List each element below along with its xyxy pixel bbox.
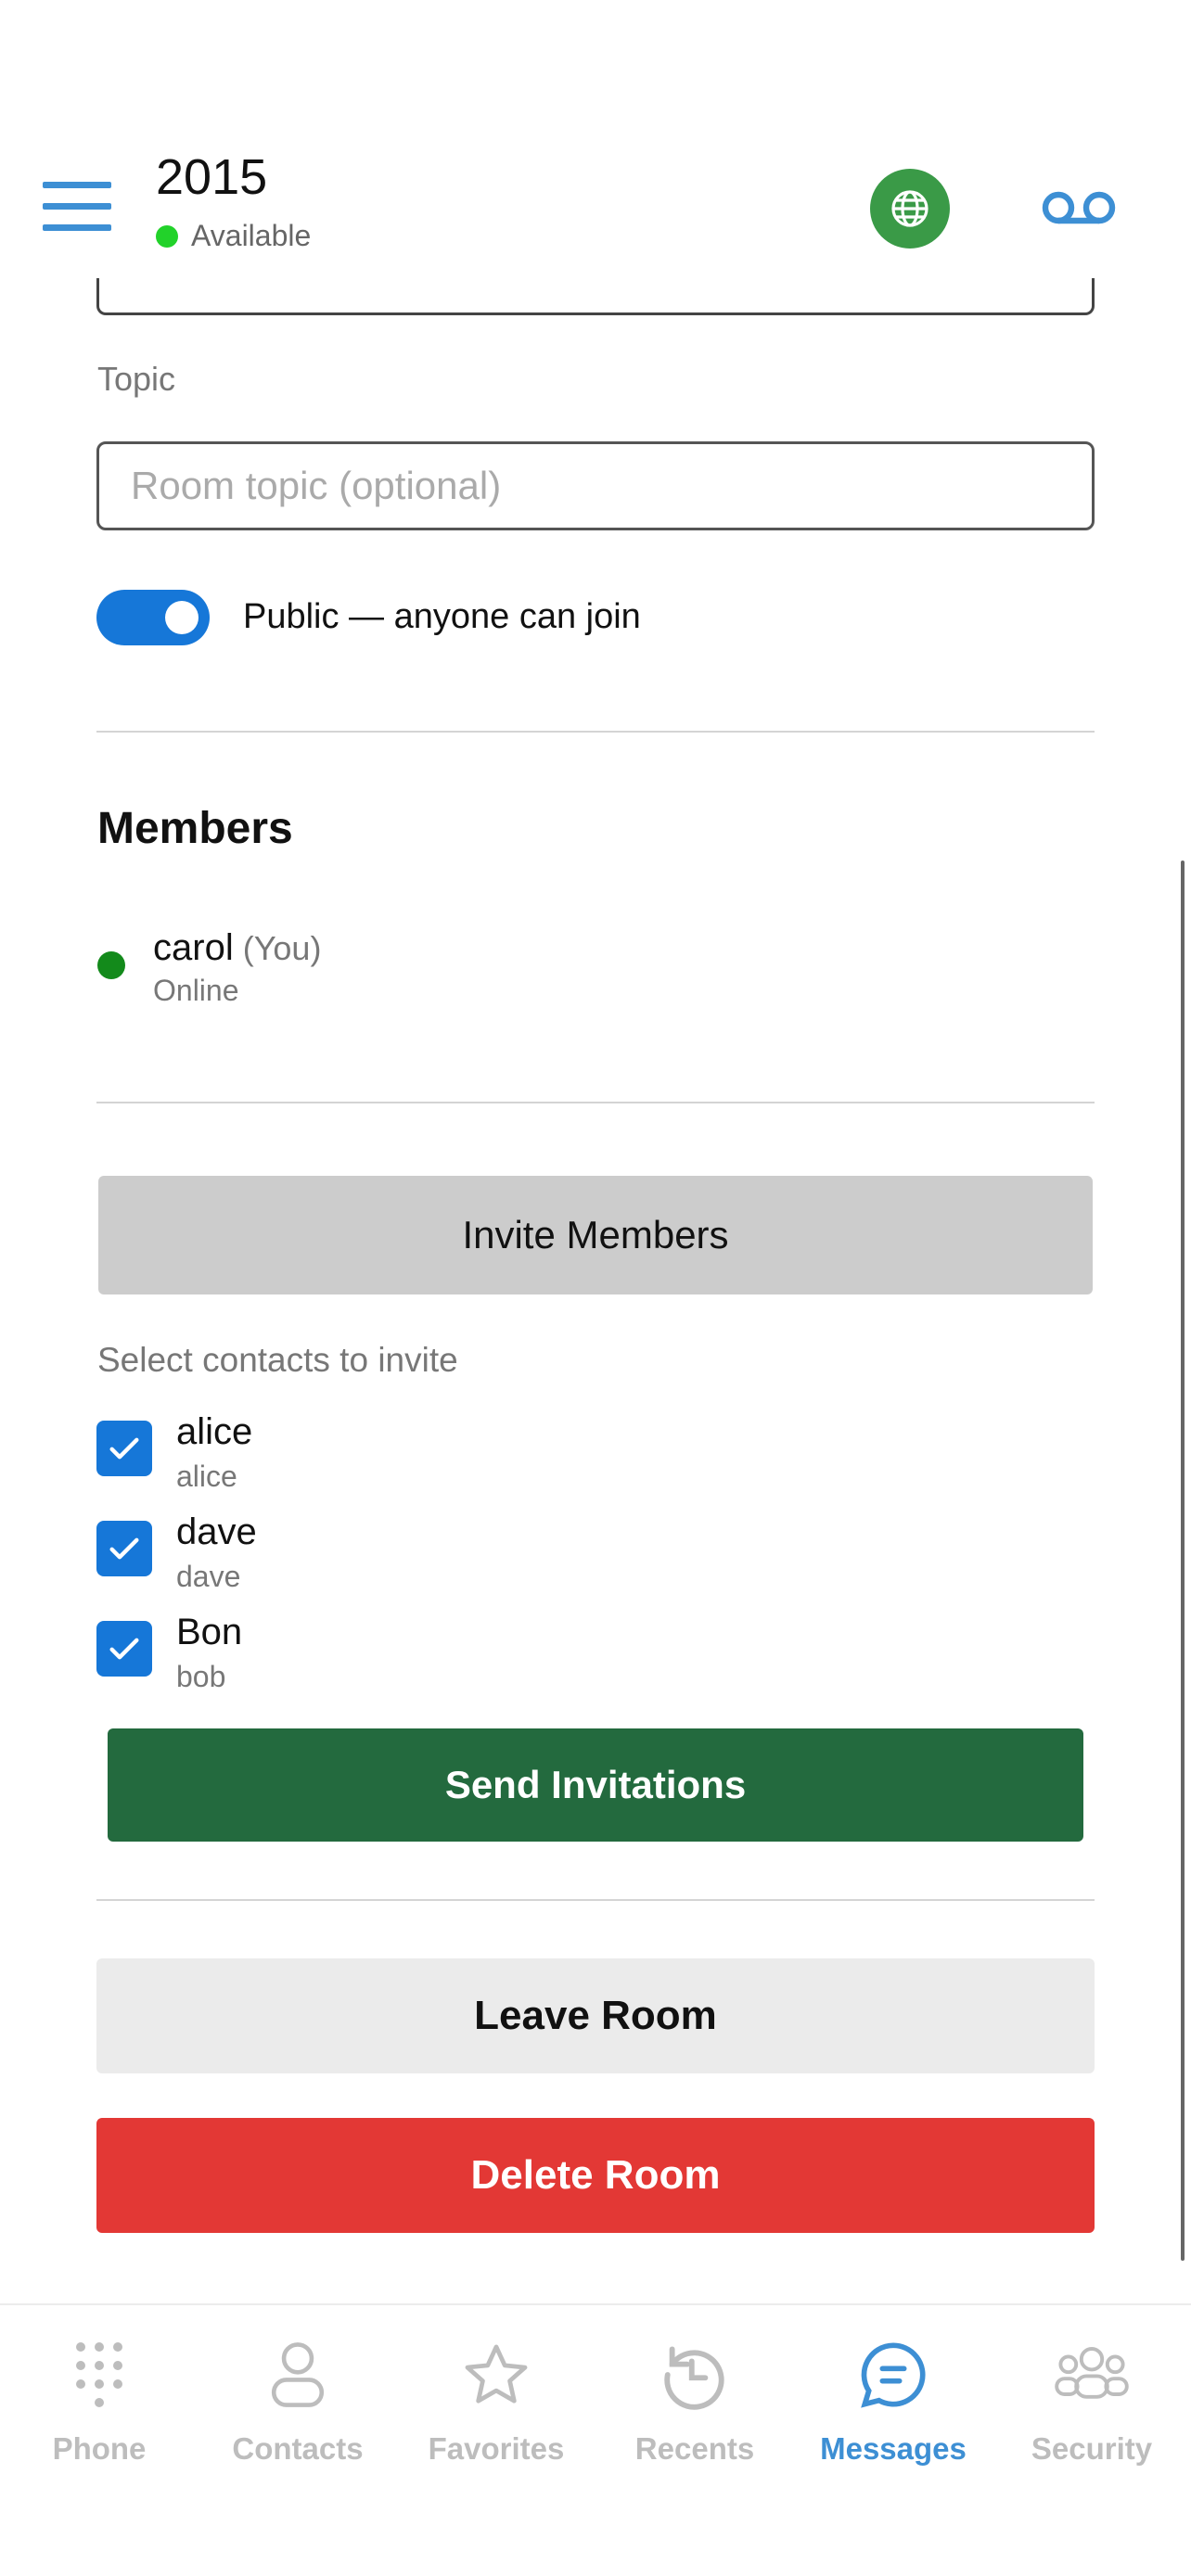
online-status-dot [97, 951, 125, 979]
chat-bubble-icon [852, 2333, 935, 2417]
public-toggle-label: Public — anyone can join [243, 597, 641, 636]
nav-contacts[interactable]: Contacts [198, 2333, 397, 2491]
globe-icon[interactable] [870, 169, 950, 249]
dialpad-icon [58, 2333, 141, 2417]
history-icon [653, 2333, 736, 2417]
topic-input[interactable] [96, 441, 1095, 530]
divider [96, 1102, 1095, 1103]
contact-checkbox[interactable] [96, 1621, 152, 1677]
contact-checkbox[interactable] [96, 1521, 152, 1576]
voicemail-icon[interactable] [1041, 184, 1117, 232]
person-icon [256, 2333, 339, 2417]
checkmark-icon [109, 1638, 139, 1660]
contact-item-alice[interactable]: alice alice [96, 1411, 746, 1504]
status-dot [156, 224, 178, 248]
divider [96, 1899, 1095, 1901]
member-you-tag: (You) [242, 929, 322, 967]
send-invitations-button[interactable]: Send Invitations [108, 1728, 1083, 1842]
nav-label: Recents [634, 2431, 755, 2466]
presence-status[interactable]: Available [156, 219, 311, 253]
app-header: 2015 Available [0, 0, 1191, 278]
bottom-navigation: Phone Contacts Favorites Recents Message… [0, 2303, 1191, 2576]
group-icon [1050, 2333, 1133, 2417]
nav-messages[interactable]: Messages [794, 2333, 992, 2491]
contact-item-bob[interactable]: Bon bob [96, 1612, 746, 1704]
contact-name: alice [176, 1411, 253, 1452]
leave-room-button[interactable]: Leave Room [96, 1958, 1095, 2073]
nav-label: Messages [820, 2431, 967, 2466]
public-toggle[interactable] [96, 590, 210, 645]
member-item-carol: carol (You) [153, 927, 321, 969]
scrollbar[interactable] [1181, 861, 1185, 2261]
nav-security[interactable]: Security [992, 2333, 1191, 2491]
contact-username: bob [176, 1660, 226, 1693]
contact-name: Bon [176, 1612, 243, 1652]
divider [96, 731, 1095, 733]
nav-label: Phone [52, 2431, 147, 2466]
menu-icon[interactable] [43, 182, 111, 232]
nav-recents[interactable]: Recents [596, 2333, 794, 2491]
nav-favorites[interactable]: Favorites [397, 2333, 596, 2491]
select-contacts-label: Select contacts to invite [97, 1341, 458, 1379]
nav-phone[interactable]: Phone [0, 2333, 198, 2491]
member-name: carol [153, 927, 234, 968]
nav-label: Security [1031, 2431, 1153, 2466]
nav-label: Favorites [428, 2431, 565, 2466]
star-icon [455, 2333, 538, 2417]
member-status: Online [153, 974, 239, 1007]
topic-label: Topic [97, 360, 176, 398]
contact-item-dave[interactable]: dave dave [96, 1511, 746, 1604]
nav-label: Contacts [232, 2431, 364, 2466]
status-text: Available [191, 219, 312, 252]
account-title: 2015 [156, 149, 268, 205]
contact-username: alice [176, 1460, 237, 1493]
contact-username: dave [176, 1560, 241, 1593]
checkmark-icon [109, 1437, 139, 1460]
delete-room-button[interactable]: Delete Room [96, 2118, 1095, 2233]
room-settings-content: Topic Public — anyone can join Members c… [0, 0, 1191, 2300]
toggle-knob [165, 601, 198, 634]
contact-name: dave [176, 1511, 257, 1552]
invite-members-button[interactable]: Invite Members [98, 1176, 1093, 1294]
checkmark-icon [109, 1537, 139, 1560]
members-heading: Members [97, 804, 293, 853]
contact-checkbox[interactable] [96, 1421, 152, 1476]
